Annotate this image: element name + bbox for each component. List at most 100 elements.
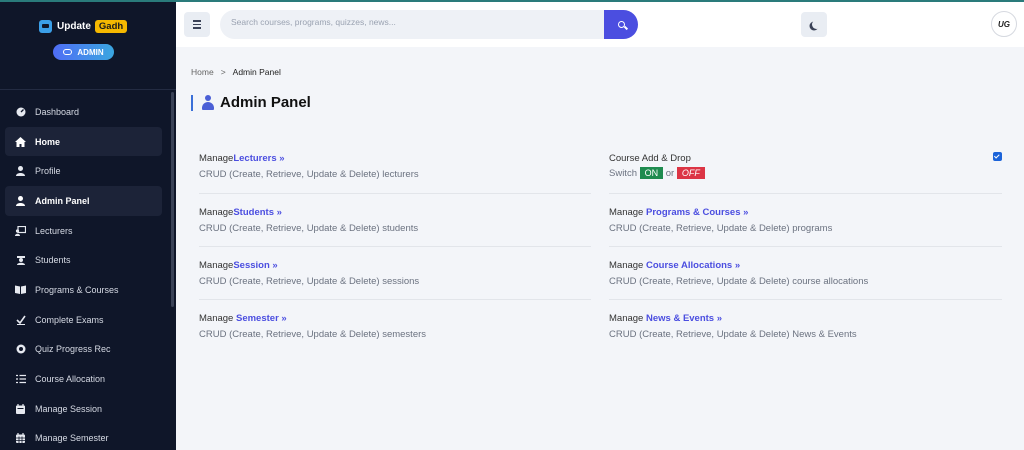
title-accent-bar [191, 94, 193, 111]
sidebar: Update Gadh ADMIN Dashboard Home Profile… [0, 0, 176, 450]
card-manage-news-events: Manage News & Events » CRUD (Create, Ret… [609, 313, 857, 340]
manage-programs-courses-link[interactable]: Programs & Courses » [646, 207, 748, 218]
card-description: CRUD (Create, Retrieve, Update & Delete)… [199, 169, 419, 180]
search-bar [220, 10, 638, 39]
switch-off-button[interactable]: OFF [676, 167, 705, 179]
card-manage-students: ManageStudents » CRUD (Create, Retrieve,… [199, 207, 418, 234]
card-description: CRUD (Create, Retrieve, Update & Delete)… [199, 223, 419, 234]
divider [199, 193, 591, 194]
card-description: CRUD (Create, Retrieve, Update & Delete)… [199, 329, 427, 340]
card-manage-session: ManageSession » CRUD (Create, Retrieve, … [199, 260, 419, 287]
sidebar-item-course-allocation[interactable]: Course Allocation [0, 364, 176, 394]
manage-news-events-link[interactable]: News & Events » [646, 313, 722, 324]
breadcrumb: Home > Admin Panel [191, 67, 281, 77]
role-badge: ADMIN [53, 44, 114, 60]
manage-session-link[interactable]: Session » [233, 260, 277, 271]
course-add-drop-title: Course Add & Drop [609, 153, 691, 164]
card-description: CRUD (Create, Retrieve, Update & Delete)… [609, 329, 857, 340]
sidebar-item-students[interactable]: Students [0, 245, 176, 275]
switch-row: Switch ON or OFF [609, 167, 705, 179]
sidebar-item-complete-exams[interactable]: Complete Exams [0, 305, 176, 335]
user-icon [15, 166, 26, 177]
sidebar-brand: Update Gadh ADMIN [0, 0, 176, 90]
page-title-text: Admin Panel [220, 94, 311, 111]
admin-icon [15, 195, 26, 206]
card-heading: Manage Course Allocations » [609, 260, 868, 271]
avatar[interactable]: UG [991, 11, 1017, 37]
book-icon [15, 284, 26, 295]
sidebar-item-profile[interactable]: Profile [0, 156, 176, 186]
sidebar-item-label: Course Allocation [35, 374, 106, 385]
sidebar-item-quiz-progress[interactable]: Quiz Progress Rec [0, 335, 176, 365]
card-course-add-drop: Course Add & Drop Switch ON or OFF [609, 153, 705, 179]
sidebar-item-label: Students [35, 255, 71, 266]
manage-course-allocations-link[interactable]: Course Allocations » [646, 260, 740, 271]
hamburger-icon-line [193, 27, 201, 29]
list-icon [15, 374, 26, 385]
key-icon [63, 49, 73, 55]
sidebar-item-label: Manage Semester [35, 433, 109, 444]
divider [609, 299, 1002, 300]
card-heading: Manage News & Events » [609, 313, 857, 324]
sidebar-item-manage-semester[interactable]: Manage Semester [0, 424, 176, 450]
search-input[interactable] [231, 17, 591, 27]
sidebar-item-label: Dashboard [35, 106, 80, 117]
card-heading: Manage Semester » [199, 313, 426, 324]
logo-icon [39, 20, 52, 33]
search-icon [617, 21, 625, 28]
manage-semester-link[interactable]: Semester » [236, 313, 287, 324]
switch-label: Switch [609, 168, 637, 179]
manage-lecturers-link[interactable]: Lecturers » [233, 153, 284, 164]
divider [199, 299, 591, 300]
divider [609, 246, 1002, 247]
manage-students-link[interactable]: Students » [233, 207, 282, 218]
card-prefix: Manage [199, 260, 234, 271]
menu-toggle-button[interactable] [184, 12, 210, 37]
card-description: CRUD (Create, Retrieve, Update & Delete)… [609, 276, 869, 287]
sidebar-item-label: Programs & Courses [35, 284, 119, 295]
logo-text: Update [57, 21, 91, 32]
sidebar-item-programs-courses[interactable]: Programs & Courses [0, 275, 176, 305]
hamburger-icon-line [193, 23, 201, 26]
card-manage-course-allocations: Manage Course Allocations » CRUD (Create… [609, 260, 868, 287]
switch-on-button[interactable]: ON [639, 167, 664, 179]
sidebar-item-dashboard[interactable]: Dashboard [0, 97, 176, 127]
divider [199, 246, 591, 247]
breadcrumb-separator: > [220, 67, 226, 77]
divider [609, 193, 1002, 194]
sidebar-scrollbar[interactable] [171, 92, 174, 307]
card-manage-semester: Manage Semester » CRUD (Create, Retrieve… [199, 313, 426, 340]
sidebar-item-admin-panel[interactable]: Admin Panel [5, 186, 162, 216]
sidebar-item-home[interactable]: Home [5, 126, 162, 157]
search-button[interactable] [604, 10, 638, 39]
card-prefix: Manage [199, 313, 236, 324]
card-prefix: Manage [609, 260, 646, 271]
switch-or-text: or [665, 168, 675, 179]
theme-toggle-button[interactable] [801, 12, 827, 37]
card-manage-programs-courses: Manage Programs & Courses » CRUD (Create… [609, 207, 832, 234]
dashboard-icon [15, 106, 26, 117]
sidebar-item-lecturers[interactable]: Lecturers [0, 216, 176, 246]
calendar-grid-icon [15, 433, 26, 444]
breadcrumb-home[interactable]: Home [191, 67, 214, 77]
home-icon [15, 136, 26, 147]
top-accent-line [0, 0, 1024, 2]
page-title: Admin Panel [191, 94, 311, 111]
sidebar-item-label: Profile [35, 166, 61, 177]
hamburger-icon [193, 20, 201, 22]
card-heading: ManageStudents » [199, 207, 418, 218]
sidebar-item-label: Lecturers [35, 225, 73, 236]
logo[interactable]: Update Gadh [39, 20, 128, 33]
card-description: CRUD (Create, Retrieve, Update & Delete)… [199, 276, 420, 287]
card-heading: Manage Programs & Courses » [609, 207, 832, 218]
topbar: UG [176, 2, 1024, 47]
sidebar-item-manage-session[interactable]: Manage Session [0, 394, 176, 424]
course-add-drop-checkbox[interactable] [993, 152, 1002, 161]
calendar-icon [15, 403, 26, 414]
sidebar-item-label: Home [35, 136, 61, 147]
sidebar-item-label: Admin Panel [35, 195, 90, 206]
card-prefix: Manage [609, 313, 646, 324]
logo-badge: Gadh [94, 20, 128, 33]
check-icon [15, 314, 26, 325]
sidebar-nav: Dashboard Home Profile Admin Panel Lectu… [0, 97, 176, 450]
